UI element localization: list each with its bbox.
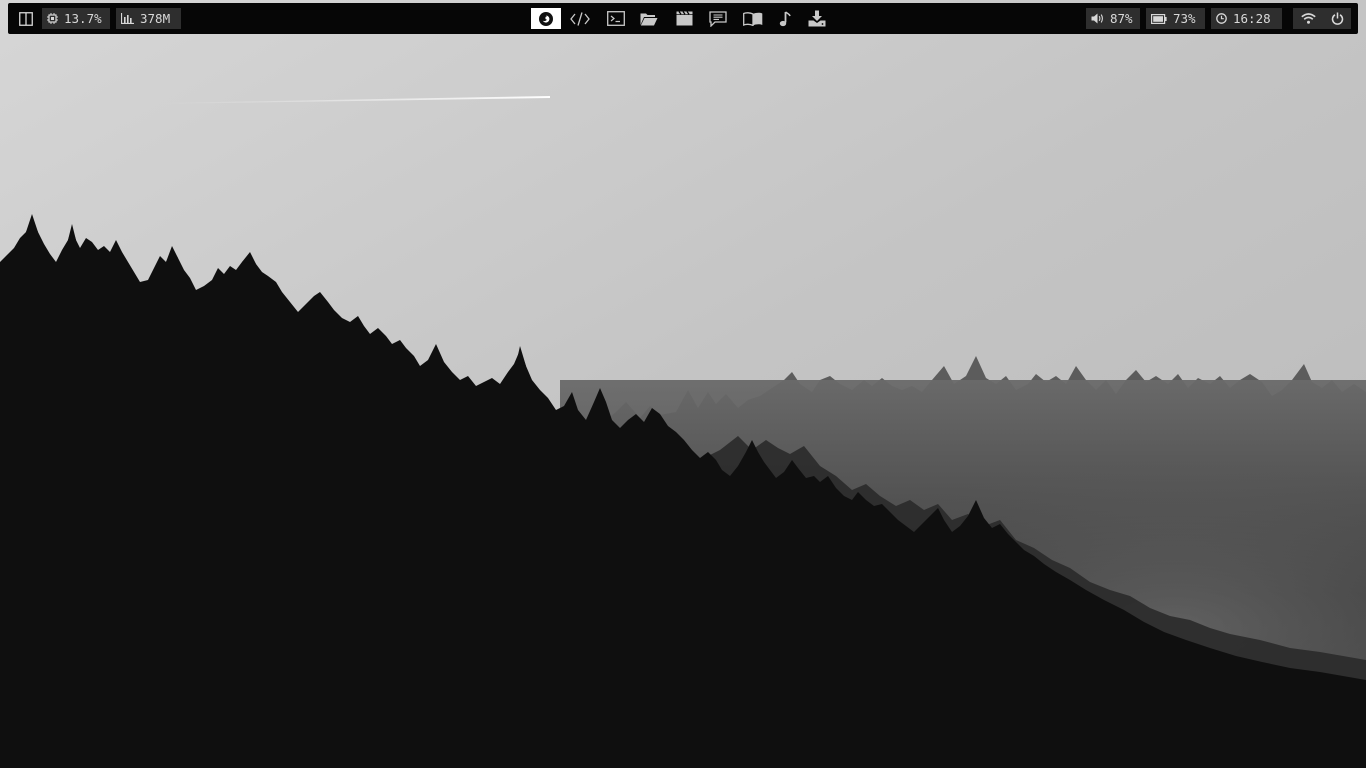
system-tray xyxy=(1293,8,1351,29)
workspace-code[interactable] xyxy=(565,8,595,29)
film-icon xyxy=(676,11,692,26)
book-icon xyxy=(743,11,763,26)
volume-module[interactable]: 87% xyxy=(1086,8,1140,29)
cpu-usage-value: 13.7% xyxy=(64,11,102,26)
top-bar: 13.7% 378M 87% 73% 16:28 xyxy=(8,3,1358,34)
workspace-reader[interactable] xyxy=(738,8,768,29)
workspace-music[interactable] xyxy=(770,8,800,29)
cpu-chip-icon xyxy=(47,13,58,24)
music-note-icon xyxy=(779,10,791,26)
workspace-video[interactable] xyxy=(669,8,699,29)
workspace-terminal[interactable] xyxy=(601,8,631,29)
wifi-icon[interactable] xyxy=(1300,13,1316,24)
browser-icon xyxy=(539,11,553,26)
workspace-chat[interactable] xyxy=(703,8,733,29)
folder-icon xyxy=(640,13,658,25)
desktop: 13.7% 378M 87% 73% 16:28 xyxy=(0,0,1366,768)
code-icon xyxy=(570,11,590,26)
battery-module[interactable]: 73% xyxy=(1146,8,1205,29)
clock-module[interactable]: 16:28 xyxy=(1211,8,1282,29)
terminal-icon xyxy=(607,11,625,26)
wallpaper xyxy=(0,0,1366,768)
power-icon[interactable] xyxy=(1331,12,1344,25)
workspace-downloads[interactable] xyxy=(802,8,832,29)
memory-usage-module[interactable]: 378M xyxy=(116,8,181,29)
volume-value: 87% xyxy=(1110,11,1133,26)
workspace-browser[interactable] xyxy=(531,8,561,29)
battery-value: 73% xyxy=(1173,11,1196,26)
battery-icon xyxy=(1151,13,1167,24)
speaker-icon xyxy=(1091,13,1103,24)
workspace-files[interactable] xyxy=(634,8,664,29)
bar-chart-icon xyxy=(121,13,134,24)
chat-icon xyxy=(709,10,727,27)
clock-icon xyxy=(1216,13,1227,24)
download-icon xyxy=(808,10,826,27)
memory-usage-value: 378M xyxy=(140,11,171,26)
clock-value: 16:28 xyxy=(1233,11,1271,26)
layout-toggle-button[interactable] xyxy=(16,8,36,29)
cpu-usage-module[interactable]: 13.7% xyxy=(42,8,110,29)
split-layout-icon xyxy=(19,11,33,26)
